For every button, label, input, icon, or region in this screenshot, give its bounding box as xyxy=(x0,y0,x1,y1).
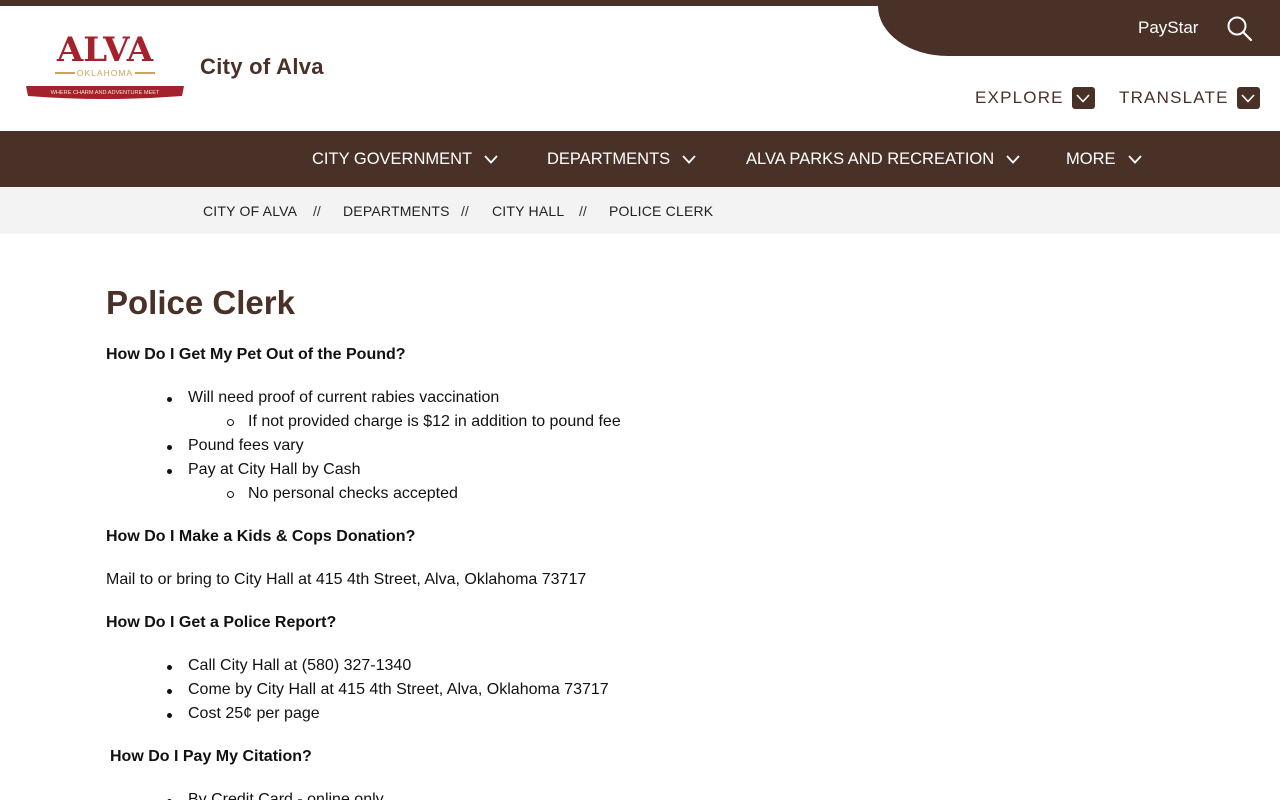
nav-label: ALVA PARKS AND RECREATION xyxy=(746,149,995,168)
paystar-link[interactable]: PayStar xyxy=(1138,18,1198,38)
chevron-down-icon xyxy=(1071,87,1095,109)
header-corner-shape xyxy=(878,6,1280,56)
chevron-down-icon xyxy=(484,154,498,164)
breadcrumb-departments[interactable]: DEPARTMENTS xyxy=(343,203,450,219)
breadcrumb-city-hall[interactable]: CITY HALL xyxy=(492,203,564,219)
list-item: Come by City Hall at 415 4th Street, Alv… xyxy=(167,681,609,698)
site-header: ALVA OKLAHOMA WHERE CHARM AND ADVENTURE … xyxy=(0,6,1280,131)
breadcrumb: CITY OF ALVA // DEPARTMENTS // CITY HALL… xyxy=(0,187,1280,234)
list-item: Pay at City Hall by Cash xyxy=(167,461,361,478)
logo-tagline: WHERE CHARM AND ADVENTURE MEET xyxy=(51,90,160,96)
breadcrumb-city-of-alva[interactable]: CITY OF ALVA xyxy=(203,203,297,219)
breadcrumb-separator: // xyxy=(461,203,469,219)
question-police-report: How Do I Get a Police Report? xyxy=(106,614,337,631)
list-item: Pound fees vary xyxy=(167,437,304,454)
question-pet-pound: How Do I Get My Pet Out of the Pound? xyxy=(106,346,406,363)
nav-label: DEPARTMENTS xyxy=(547,149,671,168)
chevron-down-icon xyxy=(1006,154,1020,164)
chevron-down-icon xyxy=(1127,154,1142,164)
translate-dropdown[interactable]: TRANSLATE xyxy=(1119,87,1260,109)
nav-departments[interactable]: DEPARTMENTS xyxy=(547,131,696,187)
city-logo[interactable]: ALVA OKLAHOMA WHERE CHARM AND ADVENTURE … xyxy=(25,30,185,102)
site-title[interactable]: City of Alva xyxy=(200,54,324,80)
logo-name: ALVA xyxy=(56,30,154,70)
breadcrumb-separator: // xyxy=(313,203,321,219)
nav-more[interactable]: MORE xyxy=(1066,131,1142,187)
explore-label: EXPLORE xyxy=(975,88,1064,107)
nav-city-government[interactable]: CITY GOVERNMENT xyxy=(312,131,498,187)
chevron-down-icon xyxy=(1236,87,1260,109)
question-kids-cops: How Do I Make a Kids & Cops Donation? xyxy=(106,528,416,545)
paragraph-donation: Mail to or bring to City Hall at 415 4th… xyxy=(106,571,587,588)
translate-label: TRANSLATE xyxy=(1119,88,1229,107)
question-citation: How Do I Pay My Citation? xyxy=(110,748,312,765)
chevron-down-icon xyxy=(682,154,696,164)
logo-state: OKLAHOMA xyxy=(77,68,133,78)
nav-label: CITY GOVERNMENT xyxy=(312,149,473,168)
main-nav: CITY GOVERNMENT DEPARTMENTS ALVA PARKS A… xyxy=(0,131,1280,187)
nav-label: MORE xyxy=(1066,149,1116,168)
city-logo-graphic: ALVA OKLAHOMA WHERE CHARM AND ADVENTURE … xyxy=(26,30,184,99)
search-icon xyxy=(1227,16,1253,42)
explore-dropdown[interactable]: EXPLORE xyxy=(975,87,1095,109)
sub-list-item: If not provided charge is $12 in additio… xyxy=(227,413,621,430)
breadcrumb-current: POLICE CLERK xyxy=(609,203,714,219)
list-item: Cost 25¢ per page xyxy=(167,705,320,722)
page-title: Police Clerk xyxy=(106,284,295,321)
list-item: Will need proof of current rabies vaccin… xyxy=(166,389,500,406)
search-button[interactable] xyxy=(1226,15,1254,43)
list-item: By Credit Card - online only xyxy=(167,791,384,800)
sub-list-item: No personal checks accepted xyxy=(227,485,458,502)
nav-parks-recreation[interactable]: ALVA PARKS AND RECREATION xyxy=(746,131,1020,187)
list-item: Call City Hall at (580) 327-1340 xyxy=(166,657,412,674)
breadcrumb-separator: // xyxy=(579,203,587,219)
